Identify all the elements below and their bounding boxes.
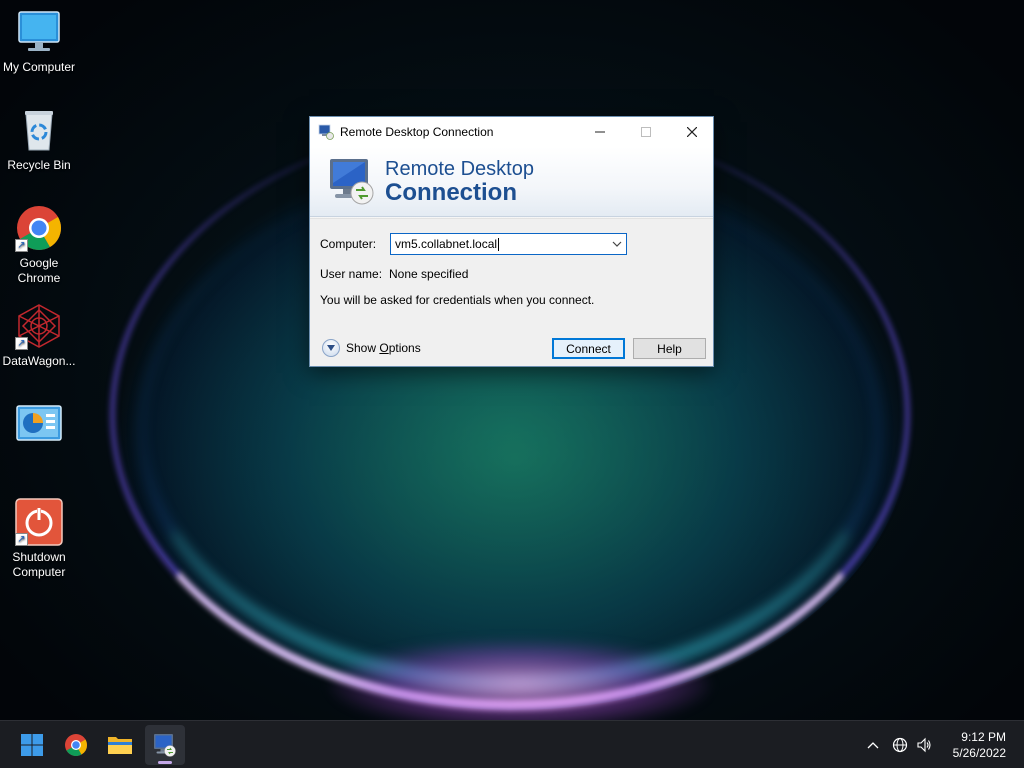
desktop-icon-label: Chrome [17, 271, 61, 285]
desktop-icon-google-chrome[interactable]: ↗ Google Chrome [0, 204, 78, 286]
active-app-indicator [158, 761, 172, 764]
taskbar-remote-desktop[interactable] [145, 725, 185, 765]
clock-time: 9:12 PM [961, 730, 1006, 744]
desktop-icon-label: Google [19, 256, 59, 270]
desktop-icon-label: Recycle Bin [7, 158, 71, 172]
shortcut-arrow-icon: ↗ [15, 533, 28, 546]
credentials-info-text: You will be asked for credentials when y… [320, 293, 595, 307]
banner-title-line1: Remote Desktop [385, 158, 534, 180]
shortcut-arrow-icon: ↗ [15, 337, 28, 350]
computer-label: Computer: [320, 237, 377, 251]
remote-desktop-dialog: Remote Desktop Connection Remote Desktop… [309, 116, 714, 367]
taskbar-clock[interactable]: 9:12 PM 5/26/2022 [953, 729, 1006, 761]
maximize-icon [641, 127, 651, 137]
desktop-icon-label: My Computer [2, 60, 76, 74]
desktop-icon-control-panel[interactable] [0, 402, 78, 454]
wallpaper-glow [330, 640, 710, 720]
chevron-down-icon[interactable] [608, 239, 626, 250]
system-tray [862, 721, 936, 768]
recycle-bin-icon [15, 106, 63, 154]
dialog-banner: Remote Desktop Connection [310, 147, 713, 217]
chrome-icon [65, 734, 87, 756]
desktop-icon-shutdown-computer[interactable]: ↗ Shutdown Computer [0, 498, 78, 580]
taskbar-chrome[interactable] [56, 725, 96, 765]
control-panel-icon [15, 402, 63, 450]
help-button[interactable]: Help [633, 338, 706, 359]
file-explorer-icon [108, 737, 132, 754]
desktop-icon-my-computer[interactable]: My Computer [0, 8, 78, 75]
computer-combobox[interactable]: vm5.collabnet.local [390, 233, 627, 255]
username-value: None specified [389, 267, 469, 281]
monitor-icon [15, 8, 63, 56]
close-button[interactable] [669, 117, 715, 147]
start-icon [21, 734, 43, 756]
username-label: User name: [320, 267, 383, 281]
banner-title-line2: Connection [385, 179, 517, 206]
show-options-toggle[interactable]: Show Options [322, 339, 421, 357]
network-globe-icon[interactable] [888, 737, 912, 753]
maximize-button [623, 117, 669, 147]
computer-input-value[interactable]: vm5.collabnet.local [391, 237, 608, 252]
close-icon [687, 127, 697, 137]
desktop-icon-datawagon[interactable]: ↗ DataWagon... [0, 302, 78, 369]
banner-separator [310, 217, 713, 219]
minimize-icon [595, 131, 605, 133]
datawagon-icon: ↗ [15, 302, 63, 350]
taskbar: 9:12 PM 5/26/2022 [0, 720, 1024, 768]
start-button[interactable] [12, 725, 52, 765]
remote-desktop-icon [318, 124, 334, 140]
text-caret [498, 238, 500, 252]
show-options-label[interactable]: Show Options [346, 341, 421, 355]
remote-desktop-logo-icon [326, 155, 378, 207]
power-icon: ↗ [15, 498, 63, 546]
desktop-icon-label: Shutdown [12, 550, 66, 564]
chevron-up-icon[interactable] [862, 741, 884, 749]
taskbar-file-explorer[interactable] [100, 725, 140, 765]
minimize-button[interactable] [577, 117, 623, 147]
clock-date: 5/26/2022 [952, 746, 1006, 760]
chrome-icon: ↗ [15, 204, 63, 252]
dialog-titlebar[interactable]: Remote Desktop Connection [310, 117, 713, 147]
volume-icon[interactable] [912, 737, 936, 753]
expand-arrow-icon[interactable] [322, 339, 340, 357]
desktop-icon-label: DataWagon... [2, 354, 76, 368]
remote-desktop-icon [154, 734, 176, 757]
connect-button[interactable]: Connect [552, 338, 625, 359]
desktop-icon-recycle-bin[interactable]: Recycle Bin [0, 106, 78, 173]
shortcut-arrow-icon: ↗ [15, 239, 28, 252]
dialog-title: Remote Desktop Connection [340, 125, 494, 139]
desktop-icon-label: Computer [12, 565, 66, 579]
